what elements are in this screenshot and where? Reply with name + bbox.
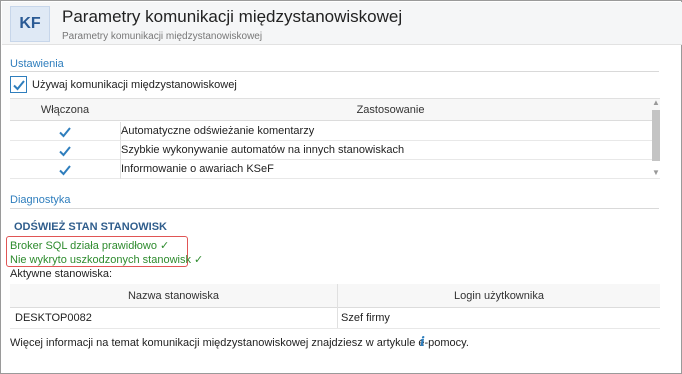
table-row[interactable]: DESKTOP0082 Szef firmy bbox=[10, 308, 660, 329]
page-subtitle: Parametry komunikacji międzystanowiskowe… bbox=[62, 31, 263, 42]
active-stations-label: Aktywne stanowiska: bbox=[10, 268, 113, 280]
column-header-login[interactable]: Login użytkownika bbox=[338, 284, 660, 308]
checkmark-icon[interactable] bbox=[58, 163, 72, 177]
active-stations-table: Nazwa stanowiska Login użytkownika DESKT… bbox=[10, 284, 660, 329]
grid-row[interactable]: Informowanie o awariach KSeF bbox=[10, 160, 660, 179]
scroll-down-icon[interactable]: ▼ bbox=[651, 168, 661, 178]
checkmark-icon bbox=[12, 79, 25, 90]
info-icon[interactable]: i bbox=[420, 335, 430, 350]
section-label-settings: Ustawienia bbox=[10, 58, 64, 70]
user-login-cell: Szef firmy bbox=[341, 312, 390, 324]
enable-communication-checkbox[interactable] bbox=[10, 76, 27, 93]
grid-row[interactable]: Automatyczne odświeżanie komentarzy bbox=[10, 122, 660, 141]
status-broker-ok: Broker SQL działa prawidłowo ✓ bbox=[10, 240, 170, 252]
grid-header: Włączona Zastosowanie bbox=[10, 99, 660, 121]
app-logo: KF bbox=[10, 6, 50, 42]
grid-scrollbar[interactable]: ▲ ▼ bbox=[651, 98, 661, 179]
station-name-cell: DESKTOP0082 bbox=[15, 312, 92, 324]
section-divider bbox=[10, 208, 659, 209]
column-header-enabled[interactable]: Włączona bbox=[10, 99, 120, 121]
column-header-usage[interactable]: Zastosowanie bbox=[121, 99, 660, 121]
refresh-stations-link[interactable]: ODŚWIEŻ STAN STANOWISK bbox=[14, 221, 167, 233]
page-title: Parametry komunikacji międzystanowiskowe… bbox=[62, 7, 403, 26]
page-header: KF Parametry komunikacji międzystanowisk… bbox=[2, 2, 682, 45]
usage-label: Szybkie wykonywanie automatów na innych … bbox=[121, 144, 405, 156]
section-divider bbox=[10, 71, 659, 72]
grid-row[interactable]: Szybkie wykonywanie automatów na innych … bbox=[10, 141, 660, 160]
checkmark-icon[interactable] bbox=[58, 144, 72, 158]
enable-communication-label: Używaj komunikacji międzystanowiskowej bbox=[32, 79, 237, 91]
section-label-diagnostics: Diagnostyka bbox=[10, 194, 71, 206]
status-stations-ok: Nie wykryto uszkodzonych stanowisk ✓ bbox=[10, 254, 204, 266]
scrollbar-thumb[interactable] bbox=[652, 110, 660, 161]
usage-grid: Włączona Zastosowanie Automatyczne odświ… bbox=[10, 98, 660, 179]
usage-label: Informowanie o awariach KSeF bbox=[121, 163, 274, 175]
checkmark-icon[interactable] bbox=[58, 125, 72, 139]
column-header-station[interactable]: Nazwa stanowiska bbox=[10, 284, 337, 308]
help-info-text: Więcej informacji na temat komunikacji m… bbox=[10, 337, 469, 349]
scroll-up-icon[interactable]: ▲ bbox=[651, 98, 661, 108]
table-header: Nazwa stanowiska Login użytkownika bbox=[10, 284, 660, 308]
settings-window: KF Parametry komunikacji międzystanowisk… bbox=[0, 0, 682, 374]
usage-label: Automatyczne odświeżanie komentarzy bbox=[121, 125, 315, 137]
